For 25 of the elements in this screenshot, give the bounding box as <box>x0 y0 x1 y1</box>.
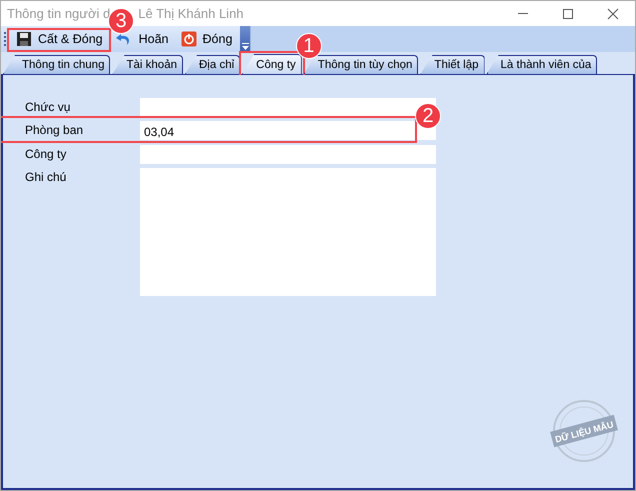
close-icon <box>606 8 618 20</box>
tab[interactable]: Địa chỉ <box>185 55 240 74</box>
maximize-icon <box>562 8 574 20</box>
tab[interactable]: Thông tin chung <box>3 55 110 74</box>
tab[interactable]: Công ty <box>242 54 302 74</box>
grip-icon[interactable] <box>4 31 7 47</box>
number-marker: 3 <box>108 8 134 34</box>
window-title: Thông tin người d <box>7 6 110 21</box>
minimize-icon <box>518 13 528 14</box>
window-title: Lê Thị Khánh Linh <box>138 6 244 21</box>
field-label: Phòng ban <box>24 122 84 137</box>
tab[interactable]: Là thành viên của <box>486 55 598 74</box>
power-icon <box>180 31 197 47</box>
notes-field[interactable] <box>140 168 436 296</box>
chevron-icon <box>242 43 249 50</box>
tab[interactable]: Thiết lập <box>420 55 485 74</box>
input-field[interactable] <box>140 145 436 164</box>
close-button[interactable]: Đóng <box>176 28 238 50</box>
field-label: Chức vụ <box>24 99 72 114</box>
overflow-button[interactable] <box>240 26 250 52</box>
input-field[interactable]: 03,04 <box>140 121 436 140</box>
tab[interactable]: Thông tin tùy chọn <box>304 55 418 74</box>
tab[interactable]: Tài khoản <box>112 55 183 74</box>
field-label: Ghi chú <box>24 169 68 184</box>
field-label: Công ty <box>24 146 68 161</box>
